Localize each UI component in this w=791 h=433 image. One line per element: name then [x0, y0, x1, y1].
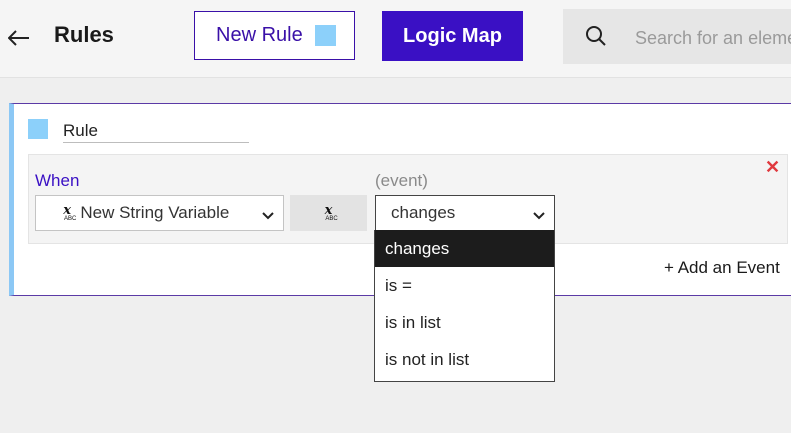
new-rule-button[interactable]: New Rule	[194, 11, 355, 60]
chevron-down-icon	[261, 208, 275, 226]
new-rule-label: New Rule	[216, 24, 303, 46]
dropdown-option-is-not-in-list[interactable]: is not in list	[375, 341, 554, 378]
rule-color-swatch	[314, 25, 336, 46]
string-variable-icon: x ABC	[324, 203, 338, 222]
dropdown-option-is-in-list[interactable]: is in list	[375, 304, 554, 341]
rule-color-swatch[interactable]	[28, 119, 48, 139]
dropdown-option-changes[interactable]: changes	[375, 230, 554, 267]
event-select-value: changes	[391, 203, 456, 222]
search-icon	[585, 25, 607, 52]
page-title: Rules	[54, 22, 114, 47]
variable-select-value: New String Variable	[80, 203, 230, 222]
when-label: When	[35, 171, 80, 190]
rule-name-input[interactable]	[63, 120, 249, 143]
event-label: (event)	[375, 171, 428, 190]
logic-map-button[interactable]: Logic Map	[382, 11, 523, 61]
dropdown-option-is-equal[interactable]: is =	[375, 267, 554, 304]
chevron-down-icon	[532, 208, 546, 226]
add-event-button[interactable]: + Add an Event	[664, 258, 780, 278]
top-bar: Rules New Rule Logic Map	[0, 0, 791, 78]
search-box	[563, 9, 791, 64]
variable-type-button[interactable]: x ABC	[290, 195, 367, 231]
delete-condition-icon[interactable]: ✕	[765, 157, 780, 178]
string-variable-icon: x ABC	[63, 203, 77, 222]
back-arrow-icon[interactable]	[6, 20, 32, 56]
variable-select[interactable]: x ABC New String Variable	[35, 195, 284, 231]
event-select[interactable]: changes	[375, 195, 555, 231]
search-input[interactable]	[633, 23, 791, 53]
event-dropdown-menu: changes is = is in list is not in list	[374, 230, 555, 382]
